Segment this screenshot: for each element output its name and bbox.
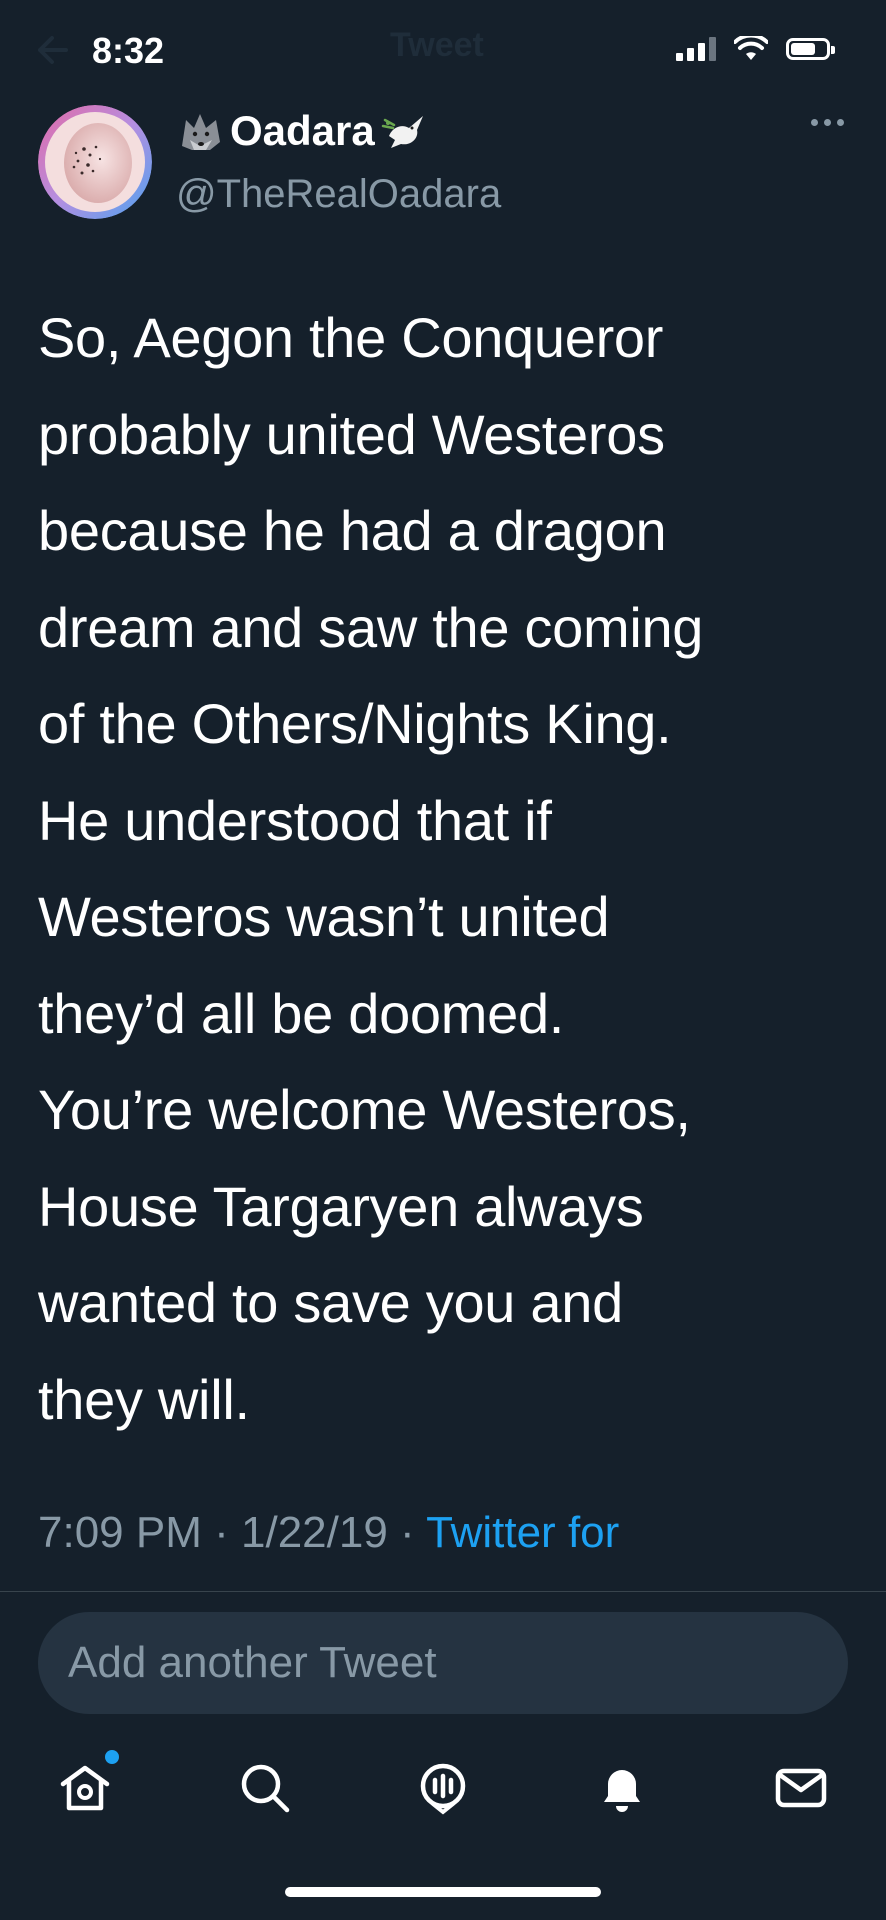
- notifications-icon: [604, 1770, 640, 1812]
- tweet-source-link[interactable]: Twitter for: [426, 1508, 619, 1557]
- home-icon: [60, 1765, 110, 1811]
- search-icon: [241, 1764, 290, 1813]
- cellular-signal-icon: [676, 37, 716, 61]
- meta-separator: ·: [400, 1508, 415, 1557]
- tweet-header: Oadara @TheRealOadara: [0, 105, 886, 235]
- home-indicator[interactable]: [285, 1887, 601, 1897]
- tweet-date: 1/22/19: [241, 1508, 388, 1557]
- status-time: 8:32: [92, 30, 165, 71]
- add-tweet-placeholder: Add another Tweet: [68, 1638, 437, 1687]
- divider: [0, 1591, 886, 1592]
- tweet-metadata: 7:09 PM · 1/22/19 · Twitter for: [38, 1508, 619, 1558]
- battery-icon: [786, 38, 835, 60]
- tweet-time: 7:09 PM: [38, 1508, 202, 1557]
- status-icons: [676, 36, 835, 62]
- header-title: Tweet: [390, 26, 484, 64]
- add-tweet-input[interactable]: Add another Tweet: [38, 1612, 848, 1714]
- author-display-name: Oadara: [230, 107, 375, 154]
- tab-messages[interactable]: [771, 1758, 831, 1818]
- bottom-tab-bar: [0, 1740, 886, 1850]
- avatar[interactable]: [38, 105, 152, 219]
- back-arrow-icon[interactable]: [30, 30, 70, 70]
- author-handle[interactable]: @TheRealOadara: [176, 169, 501, 219]
- tab-home[interactable]: [55, 1750, 119, 1818]
- messages-icon: [775, 1768, 827, 1808]
- wifi-icon: [734, 36, 768, 60]
- tweet-text: So, Aegon the Conqueror probably united …: [38, 306, 704, 1431]
- spaces-icon: [420, 1763, 466, 1815]
- dove-icon: [381, 116, 423, 148]
- tab-search[interactable]: [235, 1758, 295, 1818]
- home-notification-dot: [105, 1750, 119, 1764]
- more-options-icon[interactable]: [811, 119, 844, 126]
- tab-notifications[interactable]: [592, 1758, 652, 1818]
- wolf-icon: [182, 114, 220, 150]
- author-name-row[interactable]: Oadara: [176, 105, 429, 157]
- tab-spaces[interactable]: [413, 1758, 473, 1818]
- status-bar: 8:32 Tweet: [0, 0, 886, 110]
- meta-separator: ·: [214, 1508, 229, 1557]
